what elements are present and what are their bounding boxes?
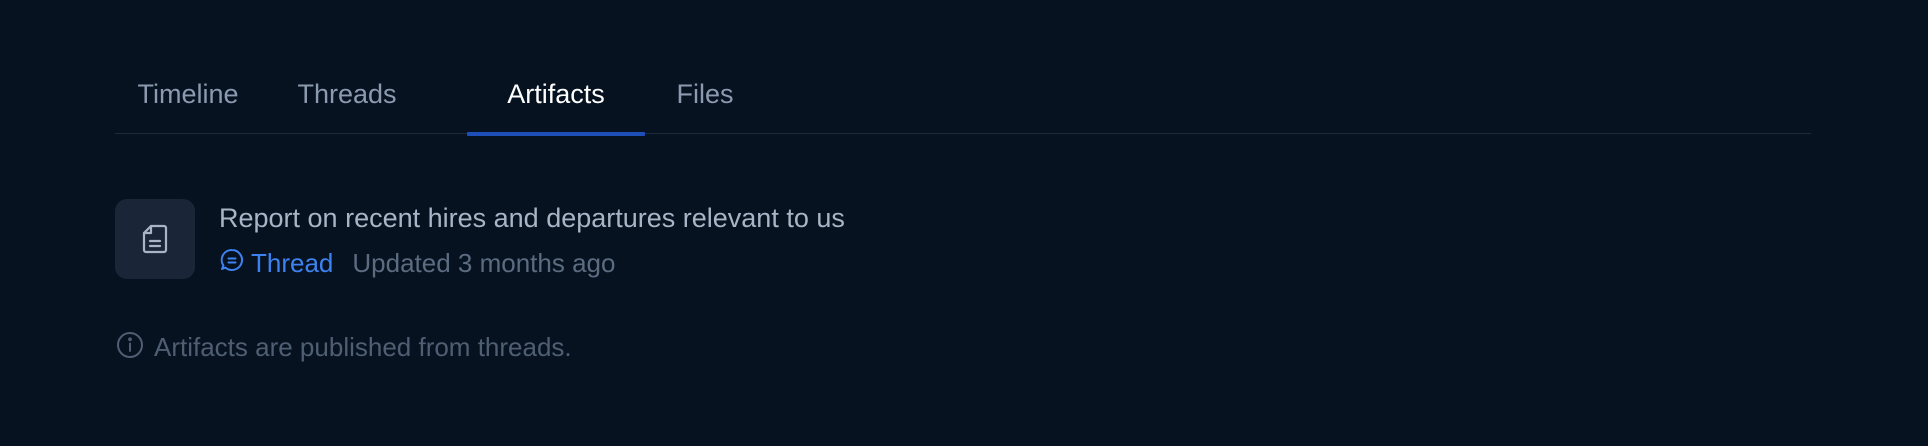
artifacts-page: Timeline Threads Artifacts Files Report …: [0, 0, 1928, 446]
tab-files[interactable]: Files: [645, 60, 765, 134]
info-note: Artifacts are published from threads.: [116, 330, 572, 364]
thread-link-label: Thread: [251, 247, 334, 278]
info-note-text: Artifacts are published from threads.: [154, 331, 572, 362]
tab-files-label: Files: [676, 79, 734, 109]
active-tab-indicator: [467, 132, 645, 136]
tab-threads-label: Threads: [297, 79, 397, 109]
tab-timeline[interactable]: Timeline: [115, 60, 261, 134]
artifact-item[interactable]: Report on recent hires and departures re…: [115, 199, 1215, 281]
document-icon: [115, 199, 195, 279]
tab-threads[interactable]: Threads: [261, 60, 433, 134]
updated-timestamp: Updated 3 months ago: [352, 247, 616, 278]
artifact-title[interactable]: Report on recent hires and departures re…: [219, 203, 845, 234]
thread-link[interactable]: Thread: [219, 247, 333, 280]
chat-bubble-icon: [219, 247, 251, 280]
info-icon: [116, 331, 144, 364]
tab-bar: Timeline Threads Artifacts Files: [115, 60, 1811, 136]
tab-artifacts[interactable]: Artifacts: [467, 60, 645, 136]
tab-artifacts-label: Artifacts: [507, 79, 605, 109]
tab-timeline-label: Timeline: [137, 79, 239, 109]
artifact-meta: Thread Updated 3 months ago: [219, 247, 615, 279]
